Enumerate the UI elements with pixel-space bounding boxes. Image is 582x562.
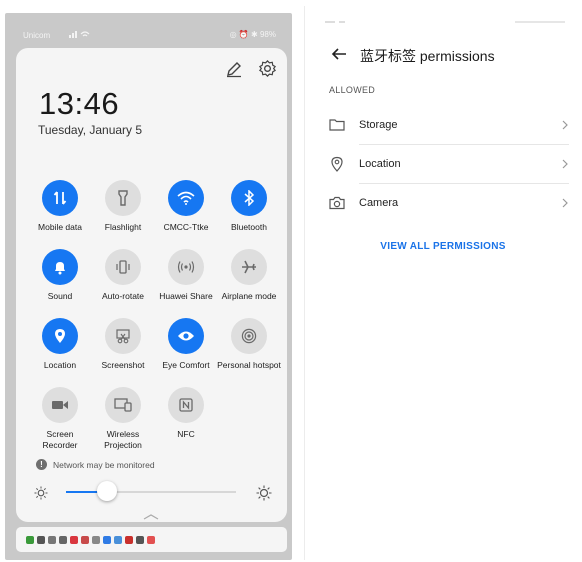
tile-label: Sound — [47, 291, 73, 301]
tile-screen-recorder[interactable]: Screen Recorder — [28, 387, 92, 451]
tile-label: Auto-rotate — [101, 291, 145, 301]
app-icon — [125, 535, 133, 544]
tile-flashlight[interactable]: Flashlight — [91, 180, 155, 233]
location-pin-icon — [55, 329, 65, 343]
chevron-right-icon — [562, 159, 568, 169]
projection-icon — [114, 398, 132, 412]
permission-label: Location — [359, 158, 401, 170]
data-arrows-icon — [53, 191, 67, 205]
status-bar: Unicom ◎ ⏰ ✱ 98% — [5, 13, 292, 41]
wifi-icon — [177, 191, 195, 205]
network-monitored-notice: ! Network may be monitored — [36, 459, 155, 470]
app-icon — [81, 535, 89, 544]
tile-personal-hotspot[interactable]: Personal hotspot — [217, 318, 281, 371]
panel-handle-icon[interactable] — [143, 514, 159, 520]
permission-label: Storage — [359, 119, 398, 131]
tile-label: Screenshot — [101, 360, 145, 370]
app-icon — [26, 535, 34, 544]
tile-label: Huawei Share — [159, 291, 213, 301]
chevron-right-icon — [562, 120, 568, 130]
brightness-slider-track[interactable] — [66, 491, 236, 493]
tile-auto-rotate[interactable]: Auto-rotate — [91, 249, 155, 302]
app-icon — [92, 535, 100, 544]
permission-row-storage[interactable]: Storage — [329, 106, 569, 144]
section-header-allowed: ALLOWED — [329, 85, 376, 95]
permission-label: Camera — [359, 197, 399, 209]
flashlight-icon — [118, 190, 128, 206]
app-icon — [114, 535, 122, 544]
tile-airplane-mode[interactable]: Airplane mode — [217, 249, 281, 302]
bluetooth-icon — [244, 190, 255, 206]
page-title: 蓝牙标签 permissions — [360, 48, 495, 64]
brightness-high-icon — [256, 485, 272, 501]
app-icon — [136, 535, 144, 544]
app-permissions-screen: 蓝牙标签 permissions ALLOWED Storage Locatio… — [304, 6, 580, 560]
hotspot-icon — [241, 328, 257, 344]
tile-label: Airplane mode — [221, 291, 277, 301]
camera-icon — [329, 196, 345, 210]
video-camera-icon — [52, 401, 68, 409]
quick-settings-card: 13:46 Tuesday, January 5 Mobile data Fla… — [16, 48, 287, 522]
back-arrow-icon[interactable] — [331, 46, 347, 62]
app-icon — [59, 535, 67, 544]
bell-icon — [55, 262, 65, 275]
rotate-icon — [116, 260, 130, 274]
tile-label: NFC — [177, 429, 195, 439]
signal-wifi-icon — [69, 30, 91, 40]
tile-label: Flashlight — [104, 222, 142, 232]
tile-eye-comfort[interactable]: Eye Comfort — [154, 318, 218, 371]
tile-label: CMCC-Ttke — [163, 222, 209, 232]
view-all-permissions-link[interactable]: VIEW ALL PERMISSIONS — [305, 241, 581, 252]
gear-icon[interactable] — [258, 59, 277, 78]
status-indicators: ◎ ⏰ ✱ 98% — [229, 30, 276, 39]
chevron-right-icon — [562, 198, 568, 208]
tile-label: Location — [43, 360, 77, 370]
tile-wifi[interactable]: CMCC-Ttke — [154, 180, 218, 233]
tile-screenshot[interactable]: Screenshot — [91, 318, 155, 371]
share-waves-icon — [177, 261, 195, 273]
location-pin-icon — [331, 156, 343, 172]
tile-label: Mobile data — [38, 222, 82, 232]
permission-row-location[interactable]: Location — [329, 145, 569, 183]
pencil-icon[interactable] — [225, 60, 243, 78]
tile-sound[interactable]: Sound — [28, 249, 92, 302]
airplane-icon — [242, 260, 256, 274]
tile-label: Screen Recorder — [42, 429, 78, 450]
app-icon — [48, 535, 56, 544]
brightness-slider-thumb[interactable] — [96, 481, 117, 501]
nfc-icon — [179, 398, 193, 412]
tile-label: Bluetooth — [231, 222, 267, 232]
permission-row-camera[interactable]: Camera — [329, 184, 569, 222]
app-icon — [103, 535, 111, 544]
tile-label: Eye Comfort — [162, 360, 210, 370]
tile-mobile-data[interactable]: Mobile data — [28, 180, 92, 233]
clock-time: 13:46 — [39, 86, 120, 121]
tile-label: Personal hotspot — [217, 360, 281, 370]
info-icon: ! — [36, 459, 47, 470]
quick-settings-screen: Unicom ◎ ⏰ ✱ 98% 13:46 Tuesday, January … — [5, 13, 292, 560]
network-notice-text: Network may be monitored — [53, 459, 155, 470]
tile-nfc[interactable]: NFC — [154, 387, 218, 440]
eye-icon — [178, 331, 194, 341]
tile-label: Wireless Projection — [104, 429, 142, 450]
folder-icon — [329, 119, 345, 131]
tile-bluetooth[interactable]: Bluetooth — [217, 180, 281, 233]
tile-wireless-projection[interactable]: Wireless Projection — [91, 387, 155, 451]
app-icon — [147, 535, 155, 544]
app-icon — [70, 535, 78, 544]
brightness-low-icon — [34, 486, 48, 500]
scissors-icon — [116, 329, 130, 344]
status-bar-faded — [325, 21, 565, 23]
screenshot-root: Unicom ◎ ⏰ ✱ 98% 13:46 Tuesday, January … — [0, 0, 582, 562]
carrier-name: Unicom — [23, 31, 51, 40]
clock-date: Tuesday, January 5 — [38, 123, 143, 137]
tile-location[interactable]: Location — [28, 318, 92, 371]
tile-huawei-share[interactable]: Huawei Share — [154, 249, 218, 302]
notification-icons-bar[interactable] — [16, 527, 287, 552]
app-icon — [37, 535, 45, 544]
